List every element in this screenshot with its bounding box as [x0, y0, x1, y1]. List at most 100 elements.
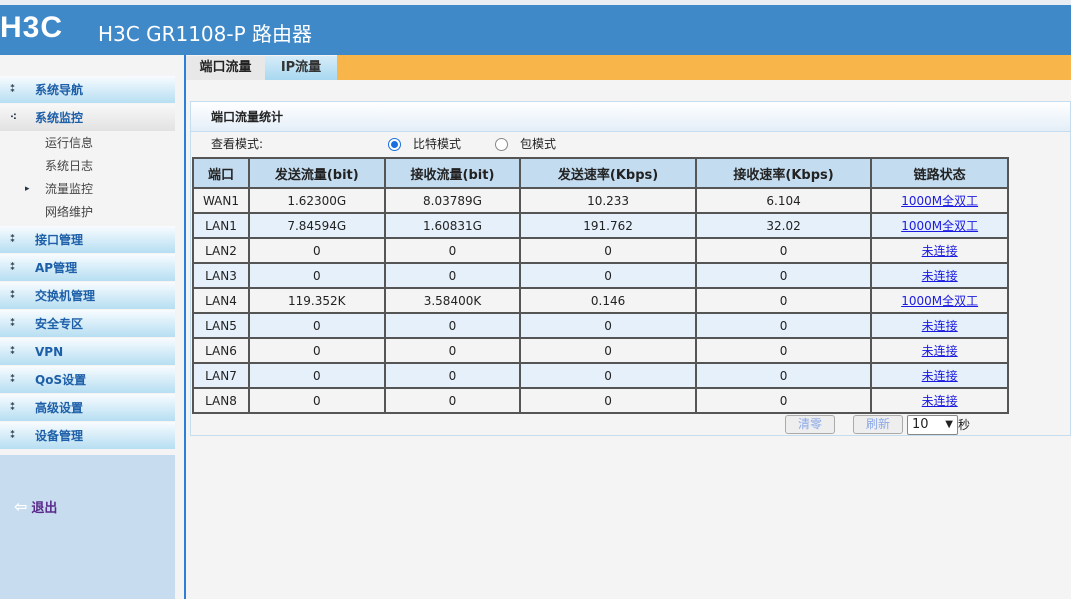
sidebar-subitem-label: 运行信息	[45, 136, 94, 150]
table-cell: LAN5	[192, 312, 250, 339]
refresh-button[interactable]: 刷新	[853, 415, 903, 434]
table-cell: 119.352K	[247, 287, 386, 314]
expand-icon: ⁑	[10, 262, 16, 273]
table-cell: 0	[519, 387, 697, 414]
sidebar-subitem[interactable]: 运行信息	[0, 132, 175, 155]
link-status-link[interactable]: 未连接	[922, 244, 958, 258]
clear-button[interactable]: 清零	[785, 415, 835, 434]
table-cell: 0	[694, 362, 873, 389]
tab-port-traffic[interactable]: 端口流量	[186, 56, 265, 80]
table-cell: 0	[519, 312, 697, 339]
sidebar-item-label: 接口管理	[35, 233, 84, 247]
table-row: LAN6 0 0 0 0 未连接	[192, 337, 1009, 364]
expand-icon: ⁑	[10, 346, 16, 357]
port-traffic-panel: 端口流量统计 查看模式: 比特模式 包模式 端口 发送流量(bit) 接收流量(bi…	[190, 101, 1071, 436]
sidebar-subitem[interactable]: ▸ 流量监控	[0, 178, 175, 201]
table-cell: 0	[519, 237, 697, 264]
cell-link-status: 未连接	[870, 312, 1009, 339]
link-status-link[interactable]: 未连接	[922, 369, 958, 383]
table-cell: 1.62300G	[247, 187, 386, 214]
table-row: LAN8 0 0 0 0 未连接	[192, 387, 1009, 414]
packet-mode-radio[interactable]	[495, 138, 508, 151]
cell-link-status: 未连接	[870, 262, 1009, 289]
table-cell: LAN7	[192, 362, 250, 389]
cell-link-status: 1000M全双工	[870, 212, 1009, 239]
sidebar-item-system-nav[interactable]: ⁑ 系统导航	[0, 76, 175, 103]
sidebar-item-system-monitor[interactable]: ⁖ 系统监控	[0, 104, 175, 131]
logout-icon: ⇦	[14, 497, 28, 516]
table-row: LAN2 0 0 0 0 未连接	[192, 237, 1009, 264]
refresh-interval-select[interactable]: 10 ▼	[907, 415, 958, 435]
sidebar-item[interactable]: ⁑ 交换机管理	[0, 282, 175, 309]
tab-bar-fill	[337, 55, 1071, 80]
page-title: H3C GR1108-P 路由器	[98, 22, 313, 46]
link-status-link[interactable]: 未连接	[922, 344, 958, 358]
panel-title: 端口流量统计	[191, 102, 1070, 132]
logout-link[interactable]: ⇦ 退出	[14, 497, 57, 516]
sidebar-subitem[interactable]: 系统日志	[0, 155, 175, 178]
sidebar-item[interactable]: ⁑ VPN	[0, 338, 175, 365]
table-row: LAN3 0 0 0 0 未连接	[192, 262, 1009, 289]
tab-ip-traffic[interactable]: IP流量	[265, 56, 337, 80]
table-cell: 10.233	[519, 187, 697, 214]
sidebar-item[interactable]: ⁑ 安全专区	[0, 310, 175, 337]
table-cell: 191.762	[519, 212, 697, 239]
table-cell: 0	[694, 312, 873, 339]
sidebar-subitem[interactable]: 网络维护	[0, 201, 175, 224]
link-status-link[interactable]: 1000M全双工	[901, 219, 978, 233]
collapse-icon: ⁖	[10, 112, 17, 123]
sidebar-item[interactable]: ⁑ QoS设置	[0, 366, 175, 393]
column-header: 端口	[192, 157, 250, 189]
sidebar-item[interactable]: ⁑ 高级设置	[0, 394, 175, 421]
link-status-link[interactable]: 未连接	[922, 319, 958, 333]
table-cell: 0	[247, 312, 386, 339]
sidebar-item[interactable]: ⁑ 设备管理	[0, 422, 175, 449]
table-cell: 0	[519, 362, 697, 389]
table-row: LAN5 0 0 0 0 未连接	[192, 312, 1009, 339]
table-cell: 0	[383, 262, 522, 289]
sidebar-item-label: 交换机管理	[35, 289, 96, 303]
active-marker-icon: ▸	[25, 184, 30, 194]
sidebar-subitem-label: 流量监控	[45, 182, 94, 196]
expand-icon: ⁑	[10, 402, 16, 413]
sidebar-item-label: VPN	[35, 344, 64, 359]
table-cell: 0	[247, 387, 386, 414]
sidebar-bottom: ⇦ 退出	[0, 455, 175, 599]
expand-icon: ⁑	[10, 318, 16, 329]
table-cell: 1.60831G	[383, 212, 522, 239]
table-cell: 0	[247, 237, 386, 264]
table-cell: 32.02	[694, 212, 873, 239]
sidebar: ⁑ 系统导航 ⁖ 系统监控 运行信息 系统日志 ▸ 流量监控 网络维护 ⁑ 接口管理 ⁑ AP管理…	[0, 55, 175, 599]
table-cell: 0	[694, 337, 873, 364]
table-cell: LAN6	[192, 337, 250, 364]
link-status-link[interactable]: 未连接	[922, 269, 958, 283]
cell-link-status: 未连接	[870, 387, 1009, 414]
sidebar-item-label: 设备管理	[35, 429, 84, 443]
table-cell: 6.104	[694, 187, 873, 214]
expand-icon: ⁑	[10, 84, 16, 95]
tab-bar: 端口流量 IP流量	[186, 55, 1071, 80]
view-mode-label: 查看模式:	[211, 137, 264, 151]
table-cell: LAN1	[192, 212, 250, 239]
cell-link-status: 未连接	[870, 337, 1009, 364]
table-row: WAN1 1.62300G 8.03789G 10.233 6.104 1000M全双工	[192, 187, 1009, 214]
bit-mode-radio[interactable]	[388, 138, 401, 151]
column-header: 接收流量(bit)	[383, 157, 522, 189]
view-mode-row: 查看模式: 比特模式 包模式	[191, 132, 1070, 157]
table-cell: 0	[247, 362, 386, 389]
cell-link-status: 未连接	[870, 362, 1009, 389]
table-row: LAN7 0 0 0 0 未连接	[192, 362, 1009, 389]
link-status-link[interactable]: 1000M全双工	[901, 194, 978, 208]
link-status-link[interactable]: 1000M全双工	[901, 294, 978, 308]
column-header: 发送速率(Kbps)	[519, 157, 697, 189]
link-status-link[interactable]: 未连接	[922, 394, 958, 408]
sidebar-item[interactable]: ⁑ AP管理	[0, 254, 175, 281]
sidebar-item-label: AP管理	[35, 261, 78, 275]
table-cell: 0	[694, 387, 873, 414]
table-cell: LAN2	[192, 237, 250, 264]
expand-icon: ⁑	[10, 290, 16, 301]
table-cell: 0	[694, 262, 873, 289]
header: H3C H3C GR1108-P 路由器	[0, 5, 1071, 55]
table-cell: 0	[694, 287, 873, 314]
sidebar-item[interactable]: ⁑ 接口管理	[0, 226, 175, 253]
